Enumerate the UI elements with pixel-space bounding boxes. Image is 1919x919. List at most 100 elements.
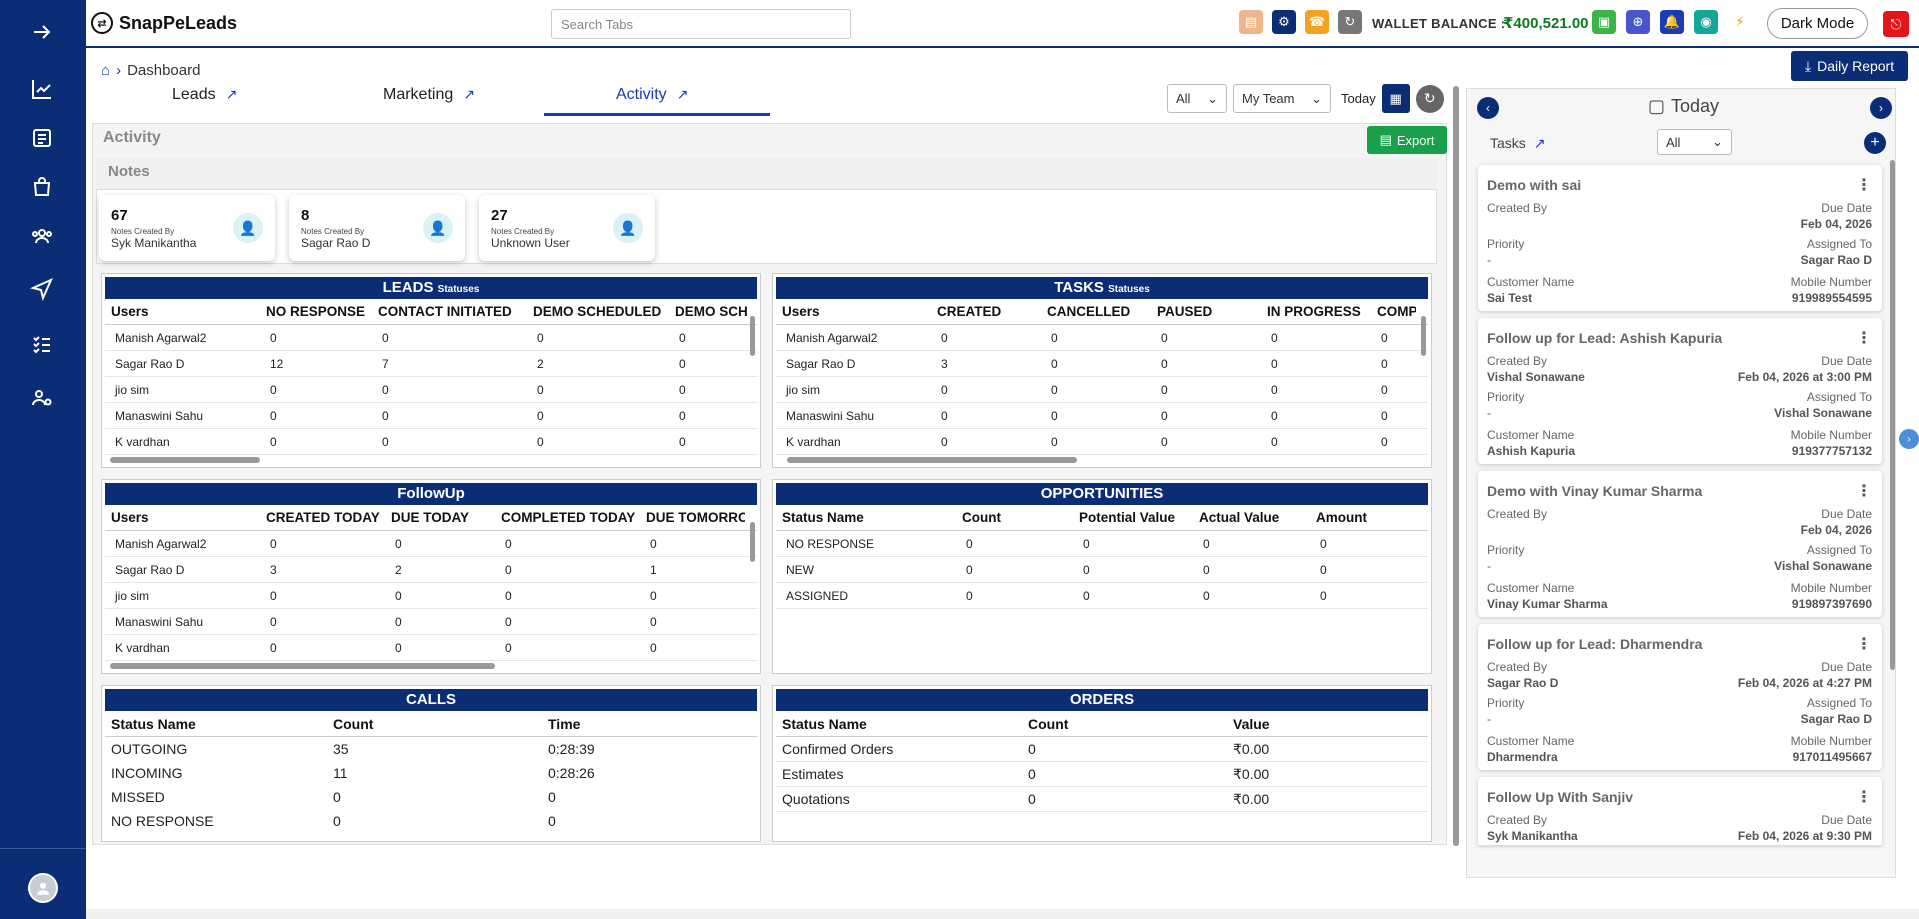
more-vertical-icon[interactable]: ⋮ xyxy=(1856,634,1872,654)
plus-icon: + xyxy=(1870,134,1880,151)
team-settings-icon[interactable] xyxy=(28,384,56,412)
users-icon[interactable] xyxy=(28,222,56,250)
cell: 0 xyxy=(537,330,544,345)
created-by-value: Sagar Rao D xyxy=(1487,676,1559,690)
cell: MISSED xyxy=(111,789,165,805)
daily-report-button[interactable]: ⤓ Daily Report xyxy=(1791,51,1908,81)
table-header: Users CREATED TODAY DUE TODAY COMPLETED … xyxy=(105,505,757,531)
orders-title: ORDERS xyxy=(776,689,1428,711)
mobile-number-value: 917011495667 xyxy=(1792,750,1872,764)
cell: 0 xyxy=(1051,434,1058,449)
cell: 0 xyxy=(679,434,686,449)
cell: 0 xyxy=(1203,588,1210,603)
export-button[interactable]: ▤ Export xyxy=(1367,126,1447,154)
more-vertical-icon[interactable]: ⋮ xyxy=(1856,328,1872,348)
wand-icon[interactable]: ⚡ xyxy=(1728,10,1752,34)
cell: Estimates xyxy=(782,766,844,782)
horizontal-scrollbar[interactable] xyxy=(787,457,1077,463)
vertical-scrollbar[interactable] xyxy=(750,522,755,562)
cell: 0 xyxy=(548,813,556,829)
task-card[interactable]: Follow up for Lead: Dharmendra ⋮ Created… xyxy=(1478,624,1882,770)
mobile-number-value: 919897397690 xyxy=(1791,597,1872,611)
tasks-link[interactable]: Tasks ↗ xyxy=(1490,135,1546,152)
sync-icon[interactable]: ↻ xyxy=(1338,10,1362,34)
chevron-down-icon: ⌄ xyxy=(1311,90,1322,106)
cell: 0 xyxy=(966,536,973,551)
task-title: Demo with Vinay Kumar Sharma xyxy=(1487,483,1703,499)
calendar-button[interactable]: ▦ xyxy=(1381,84,1410,113)
task-card[interactable]: Demo with sai ⋮ Created By Due Date Feb … xyxy=(1478,165,1882,311)
tab-activity[interactable]: Activity ↗ xyxy=(616,86,688,104)
tasks-scrollbar[interactable] xyxy=(1890,160,1895,670)
more-vertical-icon[interactable]: ⋮ xyxy=(1856,175,1872,195)
col-header: Count xyxy=(962,510,1001,525)
bell-icon[interactable]: 🔔 xyxy=(1660,10,1684,34)
expand-arrow-icon[interactable] xyxy=(28,18,56,46)
more-vertical-icon[interactable]: ⋮ xyxy=(1856,787,1872,807)
cell: 0 xyxy=(382,434,389,449)
table-row: INCOMING 11 0:28:26 xyxy=(105,761,757,785)
next-day-button[interactable]: › xyxy=(1870,97,1892,119)
clipboard-icon[interactable]: ▤ xyxy=(1239,10,1263,34)
vertical-scrollbar[interactable] xyxy=(1421,316,1426,356)
table-row: Sagar Rao D 3 2 0 1 xyxy=(105,557,757,583)
add-task-button[interactable]: + xyxy=(1864,132,1886,154)
followup-table: FollowUp Users CREATED TODAY DUE TODAY C… xyxy=(101,479,761,674)
logout-icon[interactable]: ⎋ xyxy=(1883,11,1909,37)
cell: 0 xyxy=(1271,330,1278,345)
more-vertical-icon[interactable]: ⋮ xyxy=(1856,481,1872,501)
prev-day-button[interactable]: ‹ xyxy=(1477,97,1499,119)
task-card[interactable]: Demo with Vinay Kumar Sharma ⋮ Created B… xyxy=(1478,471,1882,617)
scope-select[interactable]: All ⌄ xyxy=(1167,84,1227,113)
cell: 0 xyxy=(1381,356,1388,371)
team-select[interactable]: My Team ⌄ xyxy=(1233,84,1331,113)
tasks-filter-select[interactable]: All ⌄ xyxy=(1657,129,1732,155)
checklist-icon[interactable] xyxy=(28,330,56,358)
send-icon[interactable] xyxy=(28,275,56,303)
bag-icon[interactable] xyxy=(28,173,56,201)
left-sidebar xyxy=(0,0,86,919)
vertical-scrollbar[interactable] xyxy=(750,316,755,356)
horizontal-scrollbar[interactable] xyxy=(110,663,495,669)
note-card[interactable]: 67 Notes Created By Syk Manikantha 👤 xyxy=(99,195,275,261)
home-icon[interactable]: ⌂ xyxy=(101,62,110,79)
plus-circle-icon[interactable]: ⊕ xyxy=(1626,10,1650,34)
eye-icon[interactable]: ◉ xyxy=(1694,10,1718,34)
mobile-number-value: 919377757132 xyxy=(1791,444,1872,458)
col-header: DEMO SCH xyxy=(675,304,748,319)
list-icon[interactable] xyxy=(28,124,56,152)
app-logo[interactable]: ⇄ SnapPeLeads xyxy=(91,12,237,34)
support-icon[interactable]: ☎ xyxy=(1305,10,1329,34)
gear-icon[interactable]: ⚙ xyxy=(1272,10,1296,34)
note-card[interactable]: 27 Notes Created By Unknown User 👤 xyxy=(479,195,655,261)
cell: Quotations xyxy=(782,791,850,807)
note-card[interactable]: 8 Notes Created By Sagar Rao D 👤 xyxy=(289,195,465,261)
refresh-button[interactable]: ↻ xyxy=(1415,84,1444,113)
cell: 0 xyxy=(395,614,402,629)
table-row: NO RESPONSE 0 0 xyxy=(105,809,757,833)
cell: 0 xyxy=(1381,408,1388,423)
side-expand-icon[interactable]: › xyxy=(1899,429,1919,449)
horizontal-scrollbar[interactable] xyxy=(110,457,260,463)
search-input[interactable] xyxy=(551,9,851,39)
priority-label: Priority xyxy=(1487,390,1525,404)
task-card[interactable]: Follow up for Lead: Ashish Kapuria ⋮ Cre… xyxy=(1478,318,1882,464)
task-card[interactable]: Follow Up With Sanjiv ⋮ Created By Due D… xyxy=(1478,777,1882,845)
due-date-label: Due Date xyxy=(1821,201,1872,215)
tab-label: Leads xyxy=(172,86,216,103)
avatar[interactable] xyxy=(28,873,58,903)
analytics-icon[interactable] xyxy=(28,75,56,103)
col-header: Count xyxy=(1028,715,1069,732)
tab-marketing[interactable]: Marketing ↗ xyxy=(383,86,475,104)
due-date-value: Feb 04, 2026 at 9:30 PM xyxy=(1737,829,1872,843)
dark-mode-button[interactable]: Dark Mode xyxy=(1767,8,1868,39)
col-header: IN PROGRESS xyxy=(1267,304,1361,319)
due-date-label: Due Date xyxy=(1821,507,1872,521)
col-header: Users xyxy=(111,510,149,525)
page-scrollbar[interactable] xyxy=(1453,86,1459,846)
wallet-icon[interactable]: ▣ xyxy=(1592,10,1616,34)
cell: 0 xyxy=(270,588,277,603)
note-sub: Notes Created By xyxy=(491,227,555,236)
tab-leads[interactable]: Leads ↗ xyxy=(172,86,237,104)
page-scrollbar-thumb[interactable] xyxy=(1453,86,1459,846)
